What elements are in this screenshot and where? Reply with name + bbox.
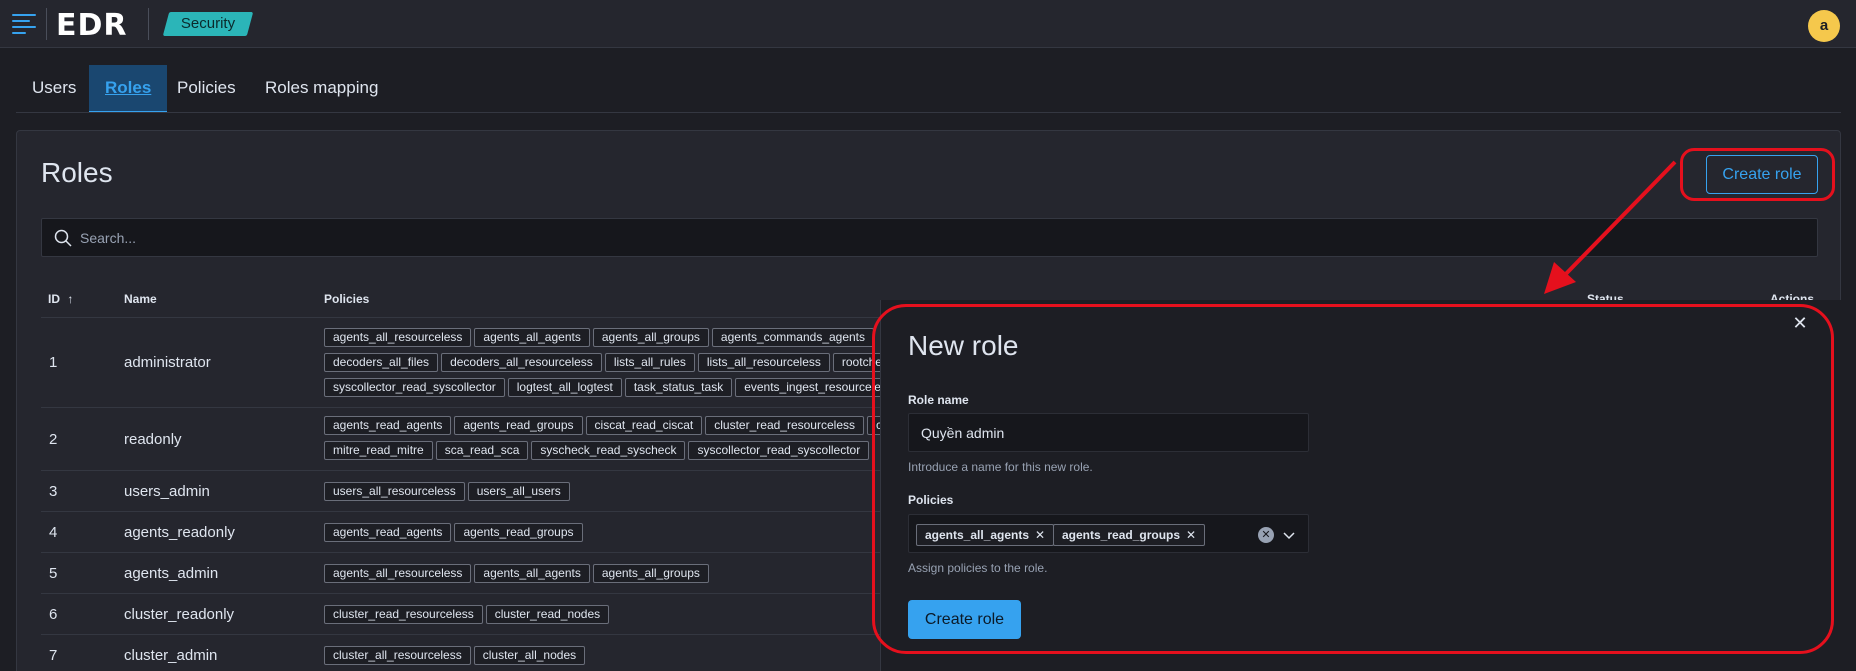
column-header-id-label: ID [48,292,60,306]
create-role-button[interactable]: Create role [1706,155,1818,194]
policy-badge: events_ingest_resourceless [735,378,902,397]
policy-badge: agents_all_groups [592,328,709,347]
role-name: cluster_admin [124,647,218,664]
role-name-input[interactable] [909,414,1308,451]
policies-help: Assign policies to the role. [908,561,1048,575]
policy-badge: cluster_read_resourceless [324,605,483,624]
breadcrumb-security[interactable]: Security [166,12,250,36]
policy-badge: agents_all_resourceless [324,564,472,583]
selected-policy-pill: agents_all_agents ✕ [916,524,1055,546]
tab-policies[interactable]: Policies [161,65,252,113]
role-id: 3 [49,483,58,500]
policy-badges: agents_all_resourceless agents_all_agents… [324,564,944,586]
close-icon[interactable]: ✕ [1790,313,1810,333]
policy-badge: ciscat_read_ciscat [585,416,703,435]
policy-badge: users_all_users [467,482,570,501]
selected-policy-pill: agents_read_groups ✕ [1053,524,1206,546]
policy-badges: cluster_all_resourceless cluster_all_node… [324,646,944,668]
policy-badge: lists_all_rules [604,353,695,372]
role-id: 5 [49,565,58,582]
policy-badge: decoders_all_resourceless [441,353,602,372]
role-id: 2 [49,431,58,448]
policy-badge: cluster_all_nodes [473,646,586,665]
role-name-help: Introduce a name for this new role. [908,460,1093,474]
search-bar [41,218,1818,257]
hamburger-menu-icon[interactable] [12,14,36,34]
policies-label: Policies [908,493,954,507]
role-id: 7 [49,647,58,664]
role-name: administrator [124,354,211,371]
tab-users[interactable]: Users [16,65,92,113]
policy-badges: agents_read_agents agents_read_groups cisc… [324,416,924,466]
policy-badge: users_all_resourceless [324,482,465,501]
policy-badge: logtest_all_logtest [507,378,622,397]
column-header-name[interactable]: Name [124,292,157,306]
policy-badge: agents_all_agents [474,564,590,583]
policy-badges: agents_all_resourceless agents_all_agents… [324,328,924,400]
tab-roles[interactable]: Roles [89,65,168,113]
selected-policy-label: agents_all_agents [925,528,1030,542]
policy-badge: agents_all_resourceless [324,328,472,347]
policy-badges: users_all_resourceless users_all_users [324,482,944,504]
policy-badge: cluster_read_resourceless [705,416,864,435]
flyout-title: New role [908,330,1019,361]
policies-combobox[interactable]: agents_all_agents ✕ agents_read_groups ✕ ✕ [908,514,1309,553]
policy-badge: decoders_all_files [324,353,439,372]
submit-create-role-button[interactable]: Create role [908,600,1021,639]
policy-badge: syscollector_read_syscollector [688,441,870,460]
policy-badge: agents_all_groups [592,564,709,583]
user-avatar[interactable]: a [1808,10,1840,42]
role-name: users_admin [124,483,210,500]
policy-badges: agents_read_agents agents_read_groups [324,523,944,545]
clear-selection-icon[interactable]: ✕ [1258,527,1274,543]
tabs-divider [16,112,1841,113]
role-name: agents_readonly [124,524,235,541]
policy-badges: cluster_read_resourceless cluster_read_no… [324,605,944,627]
page-title: Roles [41,157,113,188]
search-input[interactable] [80,219,1780,256]
column-header-id[interactable]: ID ↑ [48,292,73,306]
app-logo: EDR [56,8,128,43]
column-header-policies[interactable]: Policies [324,292,369,306]
sort-ascending-icon: ↑ [67,292,74,306]
policy-badge: task_status_task [624,378,733,397]
tab-roles-mapping[interactable]: Roles mapping [249,65,394,113]
selected-policy-label: agents_read_groups [1062,528,1181,542]
policy-badge: agents_read_agents [324,416,452,435]
top-header: EDR Security a [0,0,1856,48]
role-id: 6 [49,606,58,623]
policy-badge: cluster_read_nodes [485,605,610,624]
policy-badge: agents_all_agents [474,328,590,347]
policy-badge: cluster_all_resourceless [324,646,471,665]
header-divider [148,8,149,40]
remove-policy-icon[interactable]: ✕ [1186,528,1196,542]
role-id: 1 [49,354,58,371]
policy-badge: syscheck_read_syscheck [531,441,686,460]
role-name: agents_admin [124,565,219,582]
role-name-label: Role name [908,393,969,407]
policy-badge: mitre_read_mitre [324,441,433,460]
policy-badge: sca_read_sca [435,441,529,460]
role-name: cluster_readonly [124,606,235,623]
role-id: 4 [49,524,58,541]
new-role-flyout [880,300,1856,671]
header-divider [46,8,47,40]
remove-policy-icon[interactable]: ✕ [1035,528,1045,542]
search-icon [54,229,72,247]
policy-badge: agents_read_agents [324,523,452,542]
policy-badge: agents_read_groups [454,416,583,435]
role-name-field [908,413,1309,452]
chevron-down-icon[interactable] [1281,527,1297,543]
policy-badge: agents_commands_agents [711,328,875,347]
role-name: readonly [124,431,182,448]
policy-badge: agents_read_groups [454,523,583,542]
policy-badge: syscollector_read_syscollector [324,378,505,397]
policy-badge: lists_all_resourceless [697,353,830,372]
